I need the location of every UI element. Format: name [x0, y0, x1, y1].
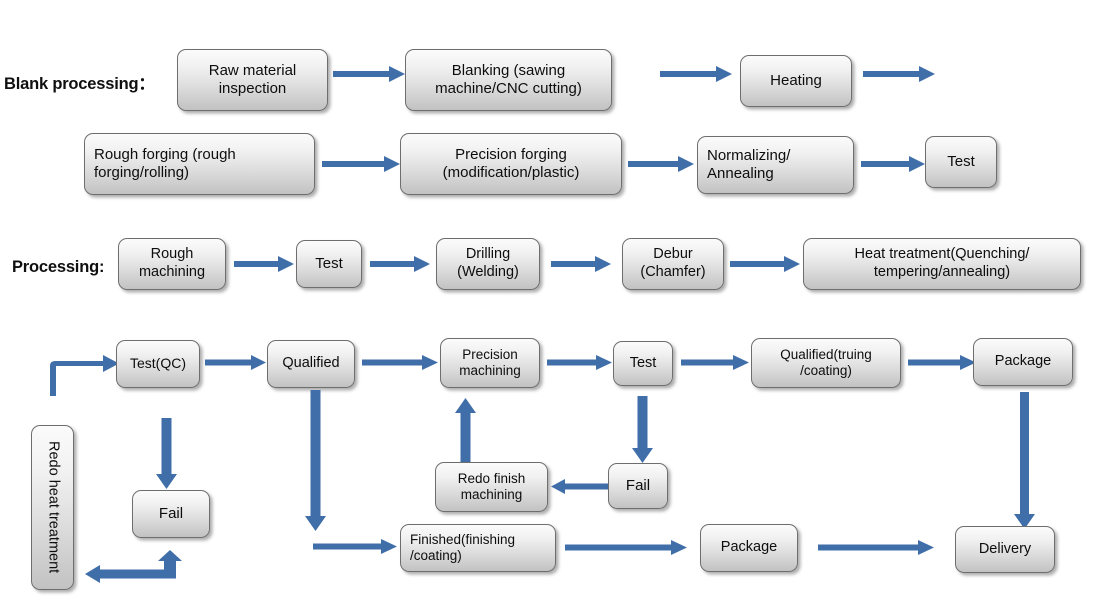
- node-test-qc[interactable]: Test(QC): [116, 340, 200, 388]
- node-drilling-line1: Drilling: [465, 246, 511, 263]
- arrow-to-finished: [313, 539, 399, 554]
- arrow-test-qc-to-fail: [156, 418, 178, 490]
- node-blanking[interactable]: Blanking (sawing machine/CNC cutting): [405, 49, 612, 111]
- node-qualified-truing-line2: /coating): [800, 363, 852, 378]
- node-finished-line1: Finished(finishing: [410, 531, 516, 547]
- node-raw-material-inspection-line1: Raw material: [208, 61, 297, 79]
- node-package-bottom[interactable]: Package: [700, 524, 798, 572]
- node-normalizing-line2: Annealing: [707, 165, 774, 182]
- node-qualified[interactable]: Qualified: [267, 340, 355, 388]
- node-normalizing-line1: Normalizing/: [707, 146, 791, 164]
- node-test-qc-label: Test(QC): [130, 355, 186, 372]
- node-qualified-truing[interactable]: Qualified(truing /coating): [751, 338, 901, 388]
- arrow-test-to-drilling: [370, 256, 432, 272]
- node-test-blank-label: Test: [947, 152, 975, 170]
- node-precision-machining[interactable]: Precision machining: [440, 338, 540, 388]
- node-heat-treatment-line1: Heat treatment(Quenching/: [854, 246, 1030, 263]
- node-redo-heat-treatment-label: Redo heat treatment: [45, 441, 62, 574]
- node-normalizing-annealing[interactable]: Normalizing/ Annealing: [697, 136, 854, 194]
- node-debur-chamfer[interactable]: Debur (Chamfer): [622, 238, 724, 290]
- node-redo-finish-line2: machining: [460, 487, 523, 502]
- node-debur-line1: Debur: [653, 246, 693, 263]
- arrow-debur-to-heat-treatment: [730, 256, 802, 272]
- node-blanking-line2: machine/CNC cutting): [435, 80, 582, 97]
- node-rough-machining-line1: Rough: [150, 246, 194, 263]
- node-finished[interactable]: Finished(finishing /coating): [400, 524, 556, 572]
- node-rough-machining-line2: machining: [138, 264, 206, 280]
- node-test-processing[interactable]: Test: [296, 240, 362, 288]
- arrow-rough-machining-to-test: [234, 256, 296, 272]
- arrow-test-qc-to-qualified: [205, 355, 268, 370]
- node-debur-line2: (Chamfer): [640, 264, 706, 280]
- node-drilling-welding[interactable]: Drilling (Welding): [436, 238, 540, 290]
- arrow-qualified-to-finished: [305, 390, 327, 532]
- arrow-redo-finish-to-precision-machining: [455, 398, 477, 462]
- node-package-bottom-label: Package: [720, 539, 778, 556]
- node-precision-forging-line2: (modification/plastic): [442, 164, 580, 181]
- node-precision-machining-line2: machining: [459, 363, 521, 378]
- node-raw-material-inspection-line2: inspection: [218, 80, 287, 97]
- section-label-processing: Processing:: [12, 258, 105, 276]
- arrow-drilling-to-debur: [551, 256, 613, 272]
- arrow-precision-forging-to-normalizing: [628, 156, 696, 172]
- node-package-top[interactable]: Package: [973, 338, 1073, 386]
- arrow-raw-to-blanking: [333, 66, 407, 82]
- node-blanking-line1: Blanking (sawing: [451, 61, 566, 79]
- node-redo-finish-line1: Redo finish: [457, 470, 526, 486]
- node-test-qc2-label: Test: [629, 354, 657, 371]
- node-qualified-truing-line1: Qualified(truing: [780, 346, 872, 362]
- arrow-fail-right-to-redo-finish: [551, 479, 609, 494]
- node-test-processing-label: Test: [315, 254, 343, 272]
- node-redo-heat-treatment[interactable]: Redo heat treatment: [31, 425, 74, 590]
- arrow-qualified-truing-to-package: [908, 355, 978, 370]
- node-precision-forging-line1: Precision forging: [455, 145, 567, 163]
- flowchart-canvas: Blank processing： Processing: Raw materi…: [0, 0, 1101, 616]
- arrow-finished-to-package: [565, 540, 689, 555]
- node-drilling-line2: (Welding): [457, 264, 519, 280]
- node-rough-machining[interactable]: Rough machining: [118, 238, 226, 290]
- node-heating-label: Heating: [770, 71, 822, 89]
- node-heat-treatment-line2: tempering/annealing): [873, 264, 1011, 280]
- node-fail-right-label: Fail: [625, 476, 651, 494]
- node-finished-line2: /coating): [410, 548, 462, 563]
- node-rough-forging-line2: forging/rolling): [94, 164, 190, 181]
- arrow-package-bottom-to-delivery: [818, 540, 936, 555]
- node-rough-forging[interactable]: Rough forging (rough forging/rolling): [84, 133, 315, 195]
- node-precision-forging[interactable]: Precision forging (modification/plastic): [400, 133, 622, 195]
- arrow-test-to-qualified-truing: [681, 355, 751, 370]
- arrow-normalizing-to-test: [861, 156, 927, 172]
- node-precision-machining-line1: Precision: [462, 346, 518, 362]
- arrow-precision-machining-to-test: [547, 355, 614, 370]
- node-delivery[interactable]: Delivery: [955, 526, 1055, 573]
- arrow-blanking-to-heating: [660, 66, 734, 82]
- arrow-fail-to-redo-heat-treatment: [85, 550, 203, 584]
- node-redo-finish-machining[interactable]: Redo finish machining: [435, 462, 548, 512]
- arrow-loop-return-to-test-qc: [45, 352, 121, 396]
- arrow-heating-to-rough-forging: [863, 66, 937, 82]
- node-test-blank[interactable]: Test: [925, 136, 997, 188]
- arrow-qualified-to-precision-machining: [362, 355, 440, 370]
- arrow-test-to-fail-right: [632, 396, 654, 464]
- node-fail-left-label: Fail: [158, 504, 184, 522]
- section-label-blank-processing: Blank processing：: [4, 75, 155, 93]
- node-rough-forging-line1: Rough forging (rough: [94, 145, 236, 163]
- node-fail-left[interactable]: Fail: [132, 490, 210, 538]
- node-raw-material-inspection[interactable]: Raw material inspection: [177, 49, 328, 111]
- arrow-rough-forging-to-precision-forging: [322, 156, 402, 172]
- node-qualified-label: Qualified: [282, 355, 340, 372]
- node-heating[interactable]: Heating: [740, 55, 852, 107]
- node-test-qc2[interactable]: Test: [613, 341, 673, 386]
- node-fail-right[interactable]: Fail: [608, 463, 668, 509]
- node-package-top-label: Package: [994, 353, 1052, 370]
- arrow-package-to-delivery: [1014, 392, 1036, 530]
- node-delivery-label: Delivery: [978, 540, 1032, 557]
- node-heat-treatment[interactable]: Heat treatment(Quenching/ tempering/anne…: [803, 238, 1081, 290]
